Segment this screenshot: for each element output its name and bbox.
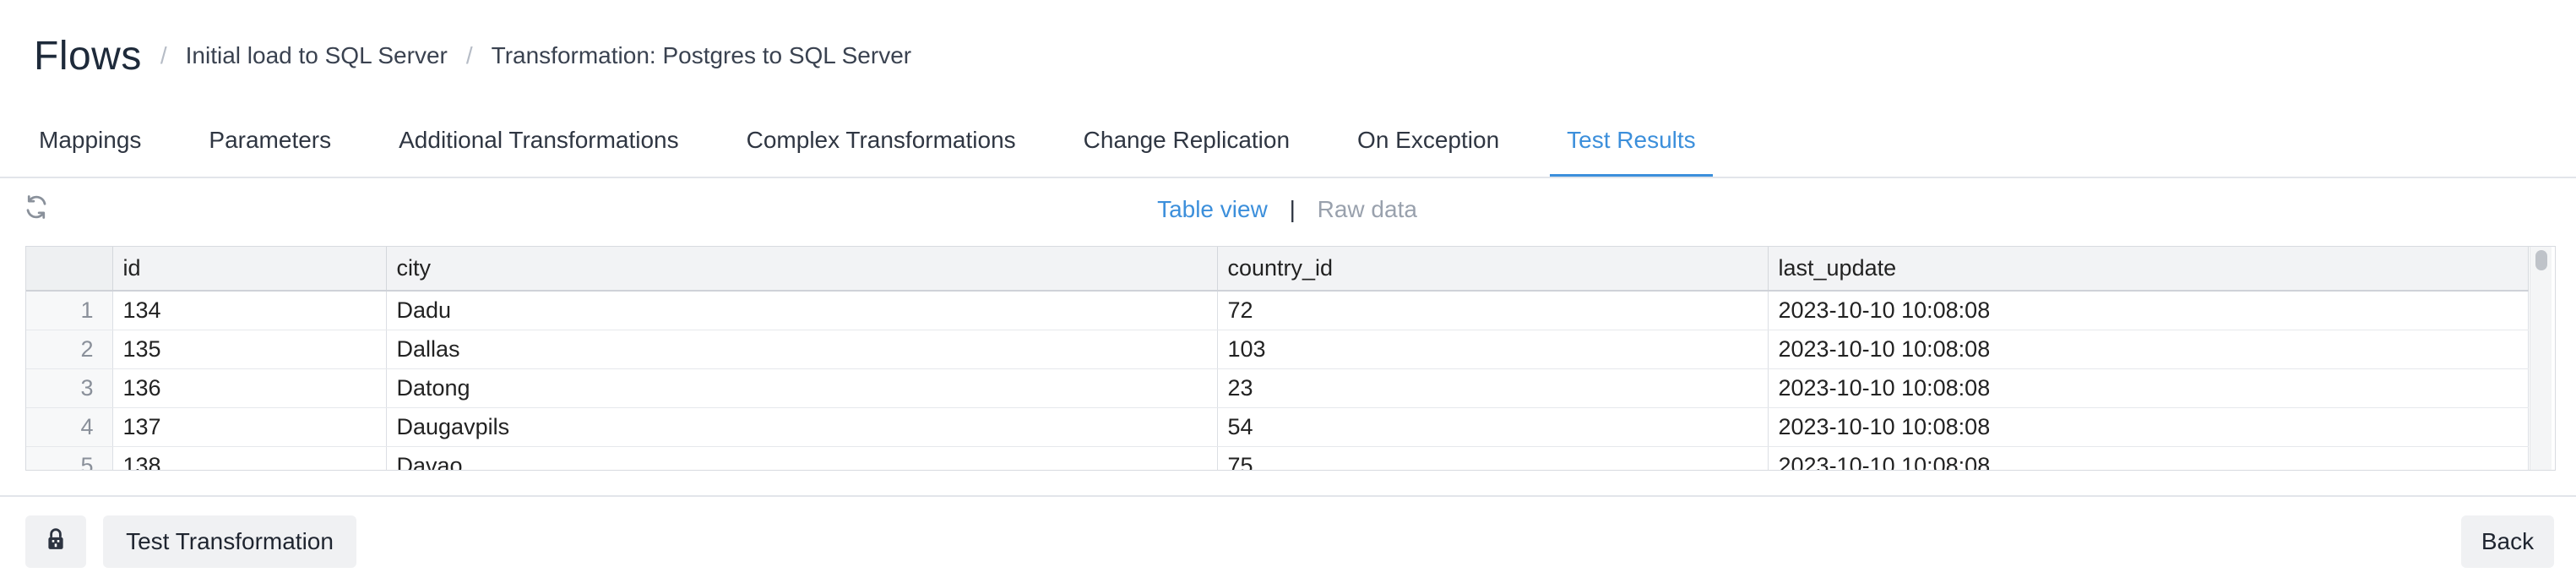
row-number: 5 <box>26 446 113 470</box>
tabs-divider <box>0 177 2576 178</box>
view-toggle-separator: | <box>1289 196 1296 222</box>
footer-divider <box>0 495 2576 497</box>
breadcrumb-separator: / <box>160 42 167 68</box>
column-header-city[interactable]: city <box>386 247 1218 292</box>
tab-complex-transformations[interactable]: Complex Transformations <box>730 115 1033 177</box>
lock-button[interactable] <box>25 515 86 568</box>
cell-last-update[interactable]: 2023-10-10 10:08:08 <box>1768 446 2529 470</box>
tab-on-exception[interactable]: On Exception <box>1340 115 1516 177</box>
column-header-id[interactable]: id <box>112 247 387 292</box>
results-grid[interactable]: id city country_id last_update 1 134 Dad… <box>25 246 2556 471</box>
column-header-country-id[interactable]: country_id <box>1217 247 1769 292</box>
breadcrumb-transformation: Transformation: Postgres to SQL Server <box>491 42 912 68</box>
lock-icon <box>45 527 67 557</box>
table-row[interactable]: 3 136 Datong 23 2023-10-10 10:08:08 <box>26 368 2529 408</box>
test-transformation-button[interactable]: Test Transformation <box>103 515 356 568</box>
row-number: 4 <box>26 407 113 447</box>
cell-id[interactable]: 134 <box>112 291 387 330</box>
tab-parameters[interactable]: Parameters <box>192 115 348 177</box>
cell-last-update[interactable]: 2023-10-10 10:08:08 <box>1768 368 2529 408</box>
scrollbar-thumb[interactable] <box>2535 250 2547 270</box>
table-header-row: id city country_id last_update <box>26 247 2529 292</box>
row-number: 1 <box>26 291 113 330</box>
cell-city[interactable]: Daugavpils <box>386 407 1218 447</box>
cell-city[interactable]: Dadu <box>386 291 1218 330</box>
cell-city[interactable]: Dallas <box>386 330 1218 369</box>
page-header: Flows / Initial load to SQL Server / Tra… <box>34 30 911 81</box>
cell-city[interactable]: Datong <box>386 368 1218 408</box>
table-row[interactable]: 5 138 Davao 75 2023-10-10 10:08:08 <box>26 446 2529 470</box>
results-table: id city country_id last_update 1 134 Dad… <box>26 247 2529 470</box>
tab-bar: Mappings Parameters Additional Transform… <box>22 115 1747 177</box>
column-header-last-update[interactable]: last_update <box>1768 247 2529 292</box>
view-toggle: Table view | Raw data <box>0 196 2576 223</box>
page-title: Flows <box>34 33 142 79</box>
cell-country-id[interactable]: 54 <box>1217 407 1769 447</box>
cell-country-id[interactable]: 103 <box>1217 330 1769 369</box>
table-row[interactable]: 1 134 Dadu 72 2023-10-10 10:08:08 <box>26 291 2529 330</box>
back-button[interactable]: Back <box>2461 515 2554 568</box>
cell-last-update[interactable]: 2023-10-10 10:08:08 <box>1768 330 2529 369</box>
tab-change-replication[interactable]: Change Replication <box>1067 115 1307 177</box>
cell-id[interactable]: 136 <box>112 368 387 408</box>
cell-id[interactable]: 138 <box>112 446 387 470</box>
cell-country-id[interactable]: 75 <box>1217 446 1769 470</box>
breadcrumb-flow[interactable]: Initial load to SQL Server <box>186 42 448 69</box>
cell-last-update[interactable]: 2023-10-10 10:08:08 <box>1768 291 2529 330</box>
cell-city[interactable]: Davao <box>386 446 1218 470</box>
cell-id[interactable]: 135 <box>112 330 387 369</box>
raw-data-link[interactable]: Raw data <box>1318 196 1417 222</box>
cell-last-update[interactable]: 2023-10-10 10:08:08 <box>1768 407 2529 447</box>
table-row[interactable]: 2 135 Dallas 103 2023-10-10 10:08:08 <box>26 330 2529 369</box>
breadcrumb-separator: / <box>465 42 473 68</box>
tab-test-results[interactable]: Test Results <box>1550 115 1713 177</box>
table-view-link[interactable]: Table view <box>1157 196 1268 222</box>
cell-country-id[interactable]: 72 <box>1217 291 1769 330</box>
table-row[interactable]: 4 137 Daugavpils 54 2023-10-10 10:08:08 <box>26 407 2529 447</box>
tab-mappings[interactable]: Mappings <box>22 115 158 177</box>
cell-id[interactable]: 137 <box>112 407 387 447</box>
cell-country-id[interactable]: 23 <box>1217 368 1769 408</box>
row-number-header <box>26 247 113 292</box>
row-number: 3 <box>26 368 113 408</box>
tab-additional-transformations[interactable]: Additional Transformations <box>382 115 696 177</box>
row-number: 2 <box>26 330 113 369</box>
grid-scrollbar[interactable] <box>2530 247 2552 470</box>
